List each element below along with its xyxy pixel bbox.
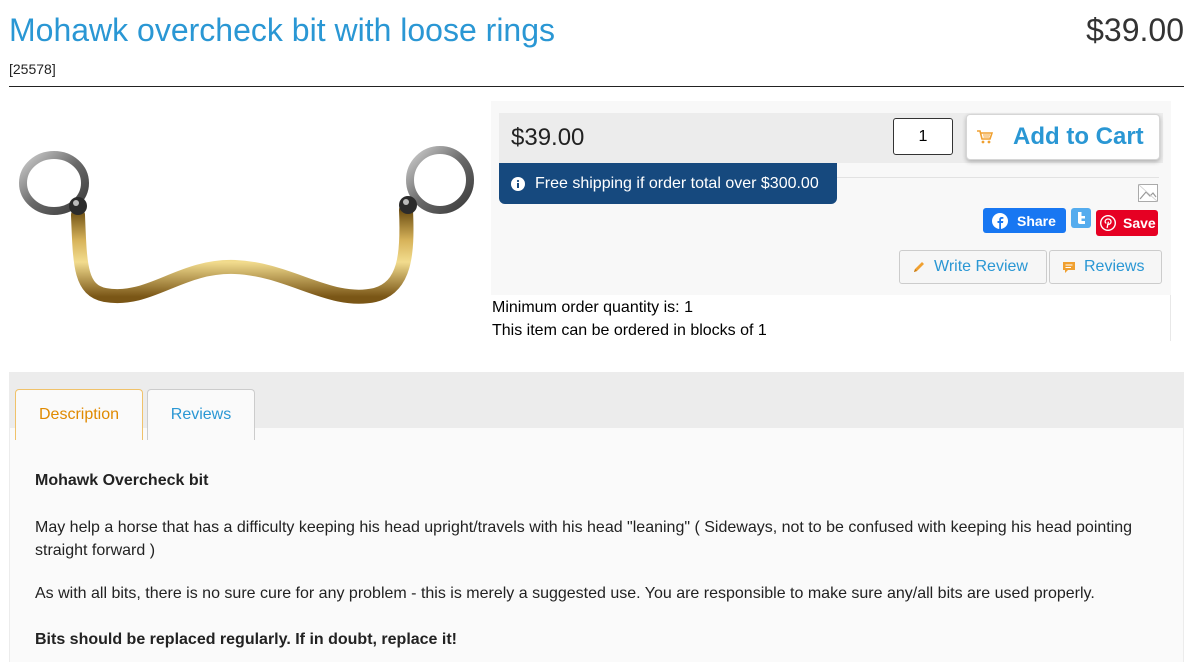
quantity-input[interactable]	[893, 118, 953, 155]
facebook-share-button[interactable]: Share	[983, 208, 1066, 233]
description-heading: Mohawk Overcheck bit	[35, 472, 209, 489]
broken-image-icon	[1138, 184, 1158, 202]
add-to-cart-button[interactable]: Add to Cart	[966, 114, 1160, 160]
description-paragraph: As with all bits, there is no sure cure …	[35, 585, 1095, 602]
pinterest-icon	[1100, 215, 1116, 231]
buy-box-price: $39.00	[511, 124, 585, 151]
twitter-icon[interactable]	[1071, 208, 1091, 228]
tab-description[interactable]: Description	[15, 389, 143, 440]
write-review-label: Write Review	[934, 258, 1028, 275]
write-review-button[interactable]: Write Review	[899, 250, 1047, 284]
pinterest-save-label: Save	[1123, 215, 1156, 231]
facebook-share-label: Share	[1017, 212, 1056, 229]
add-to-cart-label: Add to Cart	[1013, 123, 1144, 150]
description-warning: Bits should be replaced regularly. If in…	[35, 631, 457, 648]
description-paragraph: May help a horse that has a difficulty k…	[35, 519, 1133, 559]
product-sku: [25578]	[9, 61, 56, 77]
free-shipping-notice: Free shipping if order total over $300.0…	[499, 163, 837, 204]
minimum-order-text: Minimum order quantity is: 1	[492, 299, 693, 316]
pinterest-save-button[interactable]: Save	[1096, 210, 1158, 236]
divider	[1170, 295, 1171, 341]
product-price-header: $39.00	[1086, 12, 1184, 48]
reviews-button[interactable]: Reviews	[1049, 250, 1162, 284]
product-title: Mohawk overcheck bit with loose rings	[9, 12, 556, 48]
divider	[837, 177, 1159, 178]
reviews-label: Reviews	[1084, 258, 1145, 275]
comment-icon	[1063, 262, 1075, 273]
product-image[interactable]	[10, 115, 480, 340]
title-divider	[9, 86, 1184, 87]
order-blocks-text: This item can be ordered in blocks of 1	[492, 322, 767, 339]
pencil-icon	[914, 262, 924, 272]
info-icon	[511, 176, 525, 191]
shipping-text: Free shipping if order total over $300.0…	[535, 174, 819, 192]
facebook-icon	[992, 212, 1008, 229]
tab-reviews[interactable]: Reviews	[147, 389, 255, 440]
cart-icon	[977, 130, 993, 144]
